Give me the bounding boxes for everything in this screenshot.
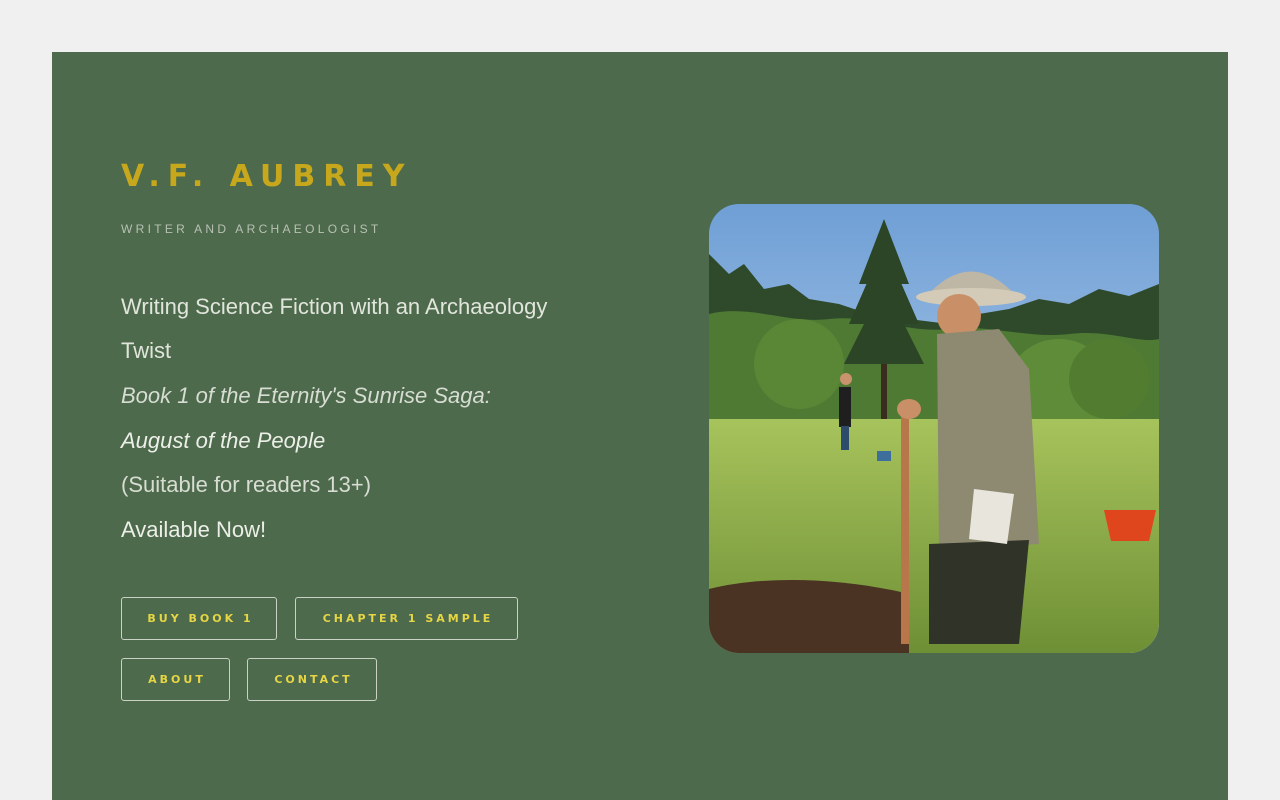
- author-name: V.F. AUBREY: [121, 159, 413, 194]
- availability-text: Available Now!: [121, 517, 267, 542]
- contact-button[interactable]: CONTACT: [247, 658, 377, 701]
- intro-line-2: Twist: [121, 338, 172, 363]
- intro-line-1: Writing Science Fiction with an Archaeol…: [121, 294, 548, 319]
- author-photo: [709, 204, 1159, 653]
- book-title: August of the People: [121, 428, 326, 453]
- age-note: (Suitable for readers 13+): [121, 472, 372, 497]
- series-line: Book 1 of the Eternity's Sunrise Saga:: [121, 383, 491, 408]
- chapter-sample-button[interactable]: CHAPTER 1 SAMPLE: [295, 597, 518, 640]
- field-photo-illustration: [709, 204, 1159, 653]
- hero-panel: V.F. AUBREY WRITER AND ARCHAEOLOGIST Wri…: [52, 52, 1228, 800]
- author-tagline: WRITER AND ARCHAEOLOGIST: [121, 222, 382, 236]
- about-button[interactable]: ABOUT: [121, 658, 230, 701]
- buy-book-button[interactable]: BUY BOOK 1: [121, 597, 277, 640]
